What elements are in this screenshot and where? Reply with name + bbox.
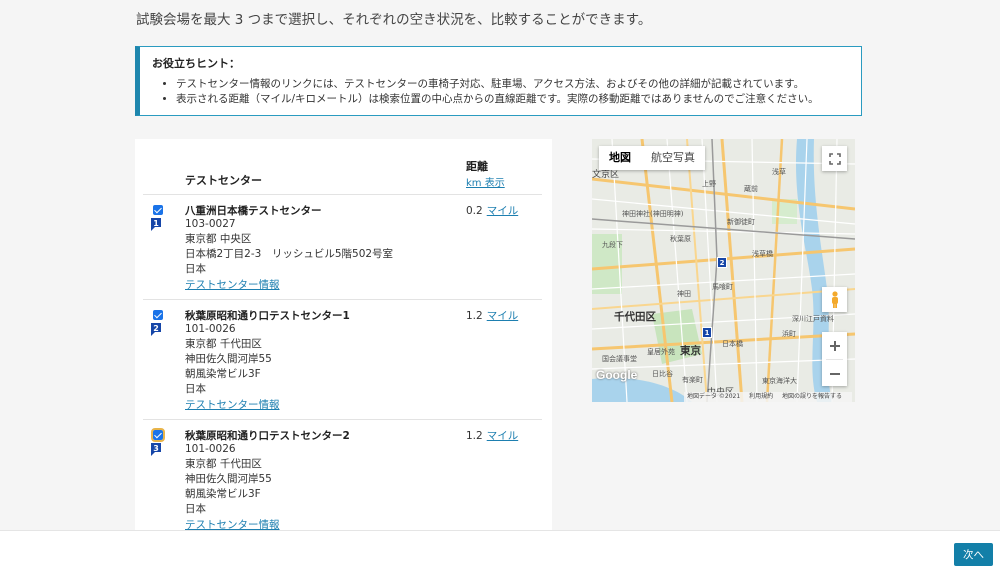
map-label: 新御徒町 [727,218,755,226]
map-label: 蔵前 [744,185,758,193]
footer-bar: 次へ [0,530,1000,572]
map-type-map-button[interactable]: 地図 [599,146,641,170]
map-marker-icon: 1 [150,217,162,231]
country: 日本 [185,503,206,515]
map-label: 浅草橋 [752,250,773,258]
map-label: 有楽町 [682,376,703,384]
table-row: 3 秋葉原昭和通り口テストセンター2 101-0026 東京都 千代田区 神田佐… [135,420,552,538]
fullscreen-icon [828,152,841,165]
distance-unit-link[interactable]: マイル [487,430,519,442]
distance: 1.2 マイル [466,428,518,443]
column-header-distance: 距離 [466,160,488,173]
distance-unit-link[interactable]: マイル [487,205,519,217]
country: 日本 [185,263,206,275]
map-label: 皇居外苑 [647,348,675,356]
postal-code: 103-0027 [185,218,236,230]
street-address: 日本橋2丁目2-3 リッシュビル5階502号室 [185,248,394,260]
map-label: 神田 [677,290,691,298]
postal-code: 101-0026 [185,323,236,335]
center-name: 八重洲日本橋テストセンター [185,205,322,217]
map-label: 上野 [702,180,716,188]
distance: 1.2 マイル [466,308,518,323]
map-label: 国会議事堂 [602,355,637,363]
attribution-text: 地図データ ©2021 [687,393,741,400]
map-label: 日本橋 [722,340,743,348]
distance-value: 1.2 [466,430,483,442]
map-label: 浜町 [782,330,796,338]
distance-unit-link[interactable]: マイル [487,310,519,322]
report-error-link[interactable]: 地図の誤りを報告する [782,393,842,400]
map-label: 馬喰町 [712,283,733,291]
center-info-link[interactable]: テストセンター情報 [185,277,280,292]
map-label: 千代田区 [614,311,656,323]
map-label: 神田神社(神田明神) [622,210,684,218]
pegman-icon [831,290,838,308]
zoom-in-button[interactable] [822,332,847,359]
map-type-control: 地図 航空写真 [599,146,705,170]
postal-code: 101-0026 [185,443,236,455]
map-label: 東京海洋大 [762,377,797,385]
table-row: 2 秋葉原昭和通り口テストセンター1 101-0026 東京都 千代田区 神田佐… [135,300,552,418]
distance-value: 1.2 [466,310,483,322]
map[interactable]: 文京区 神田神社(神田明神) 浅草 蔵前 上野 新御徒町 秋葉原 九段下 浅草橋… [592,139,855,402]
next-button[interactable]: 次へ [954,543,993,566]
select-checkbox[interactable] [153,205,163,215]
fullscreen-button[interactable] [822,146,847,171]
map-label: 九段下 [602,241,623,249]
map-label: 日比谷 [652,370,673,378]
map-label: 浅草 [772,168,786,176]
hint-item: 表示される距離（マイル/キロメートル）は検索位置の中心点からの直線距離です。実際… [176,92,861,107]
center-info-link[interactable]: テストセンター情報 [185,397,280,412]
hint-title: お役立ちヒント： [152,57,240,70]
select-checkbox[interactable] [153,310,163,320]
google-logo[interactable]: Google [596,368,637,382]
map-type-satellite-button[interactable]: 航空写真 [641,146,705,170]
map-marker-icon[interactable]: 2 [717,257,727,268]
table-row: 1 八重洲日本橋テストセンター 103-0027 東京都 中央区 日本橋2丁目2… [135,195,552,313]
street-address: 神田佐久間河岸55 [185,473,272,485]
country: 日本 [185,383,206,395]
column-header-center: テストセンター [185,174,262,187]
center-name: 秋葉原昭和通り口テストセンター1 [185,310,350,322]
building: 朝風染常ビル3F [185,488,261,500]
map-attribution: 地図データ ©2021 利用規約 地図の誤りを報告する [684,392,853,402]
street-view-pegman-button[interactable] [822,287,847,312]
minus-icon [829,372,840,375]
center-name: 秋葉原昭和通り口テストセンター2 [185,430,350,442]
test-center-table: テストセンター 距離 km 表示 1 八重洲日本橋テストセンター 103-002… [135,139,552,539]
zoom-out-button[interactable] [822,360,847,387]
city: 東京都 中央区 [185,233,252,245]
map-label: 深川江戸資料 [792,315,834,323]
city: 東京都 千代田区 [185,338,262,350]
terms-link[interactable]: 利用規約 [749,393,773,400]
km-toggle-link[interactable]: km 表示 [466,174,505,189]
distance: 0.2 マイル [466,203,518,218]
building: 朝風染常ビル3F [185,368,261,380]
page-intro: 試験会場を最大 3 つまで選択し、それぞれの空き状況を、比較することができます。 [136,12,652,28]
map-label: 東京 [680,345,701,357]
distance-value: 0.2 [466,205,483,217]
city: 東京都 千代田区 [185,458,262,470]
hint-item: テストセンター情報のリンクには、テストセンターの車椅子対応、駐車場、アクセス方法… [176,77,861,92]
map-marker-icon[interactable]: 1 [702,327,712,338]
plus-icon [829,340,840,351]
zoom-control [822,332,847,386]
hint-list: テストセンター情報のリンクには、テストセンターの車椅子対応、駐車場、アクセス方法… [152,77,861,107]
street-address: 神田佐久間河岸55 [185,353,272,365]
map-label: 秋葉原 [670,235,691,243]
select-checkbox[interactable] [151,428,165,442]
map-marker-icon: 2 [150,322,162,336]
hint-box: お役立ちヒント： テストセンター情報のリンクには、テストセンターの車椅子対応、駐… [135,46,862,116]
map-marker-icon: 3 [150,442,162,456]
